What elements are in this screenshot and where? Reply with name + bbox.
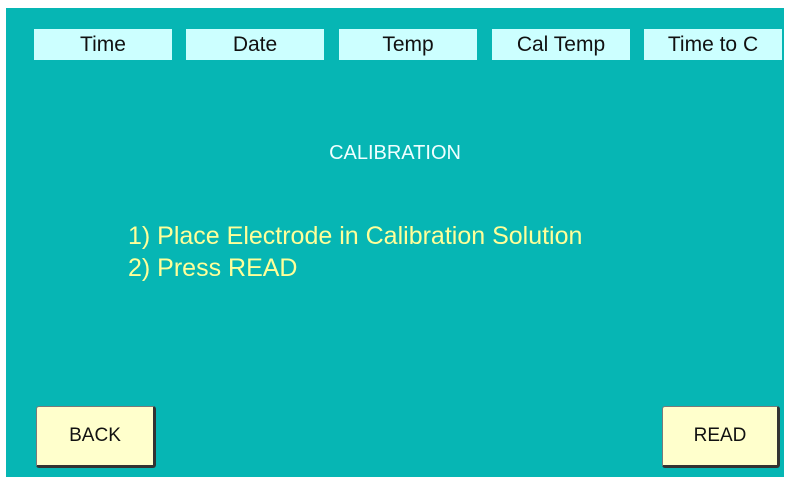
back-button[interactable]: BACK [36,406,156,468]
read-button[interactable]: READ [662,406,780,468]
tab-date[interactable]: Date [186,29,324,60]
tab-cal-temp[interactable]: Cal Temp [492,29,630,60]
tab-time-to-c[interactable]: Time to C [644,29,782,60]
instruction-step-2: 2) Press READ [128,254,298,282]
instruction-list: 1) Place Electrode in Calibration Soluti… [128,220,582,284]
instruction-step-1: 1) Place Electrode in Calibration Soluti… [128,222,583,250]
tab-time[interactable]: Time [34,29,172,60]
tab-temp[interactable]: Temp [339,29,477,60]
calibration-screen: Time Date Temp Cal Temp Time to C CALIBR… [6,8,784,477]
page-title: CALIBRATION [329,142,461,164]
